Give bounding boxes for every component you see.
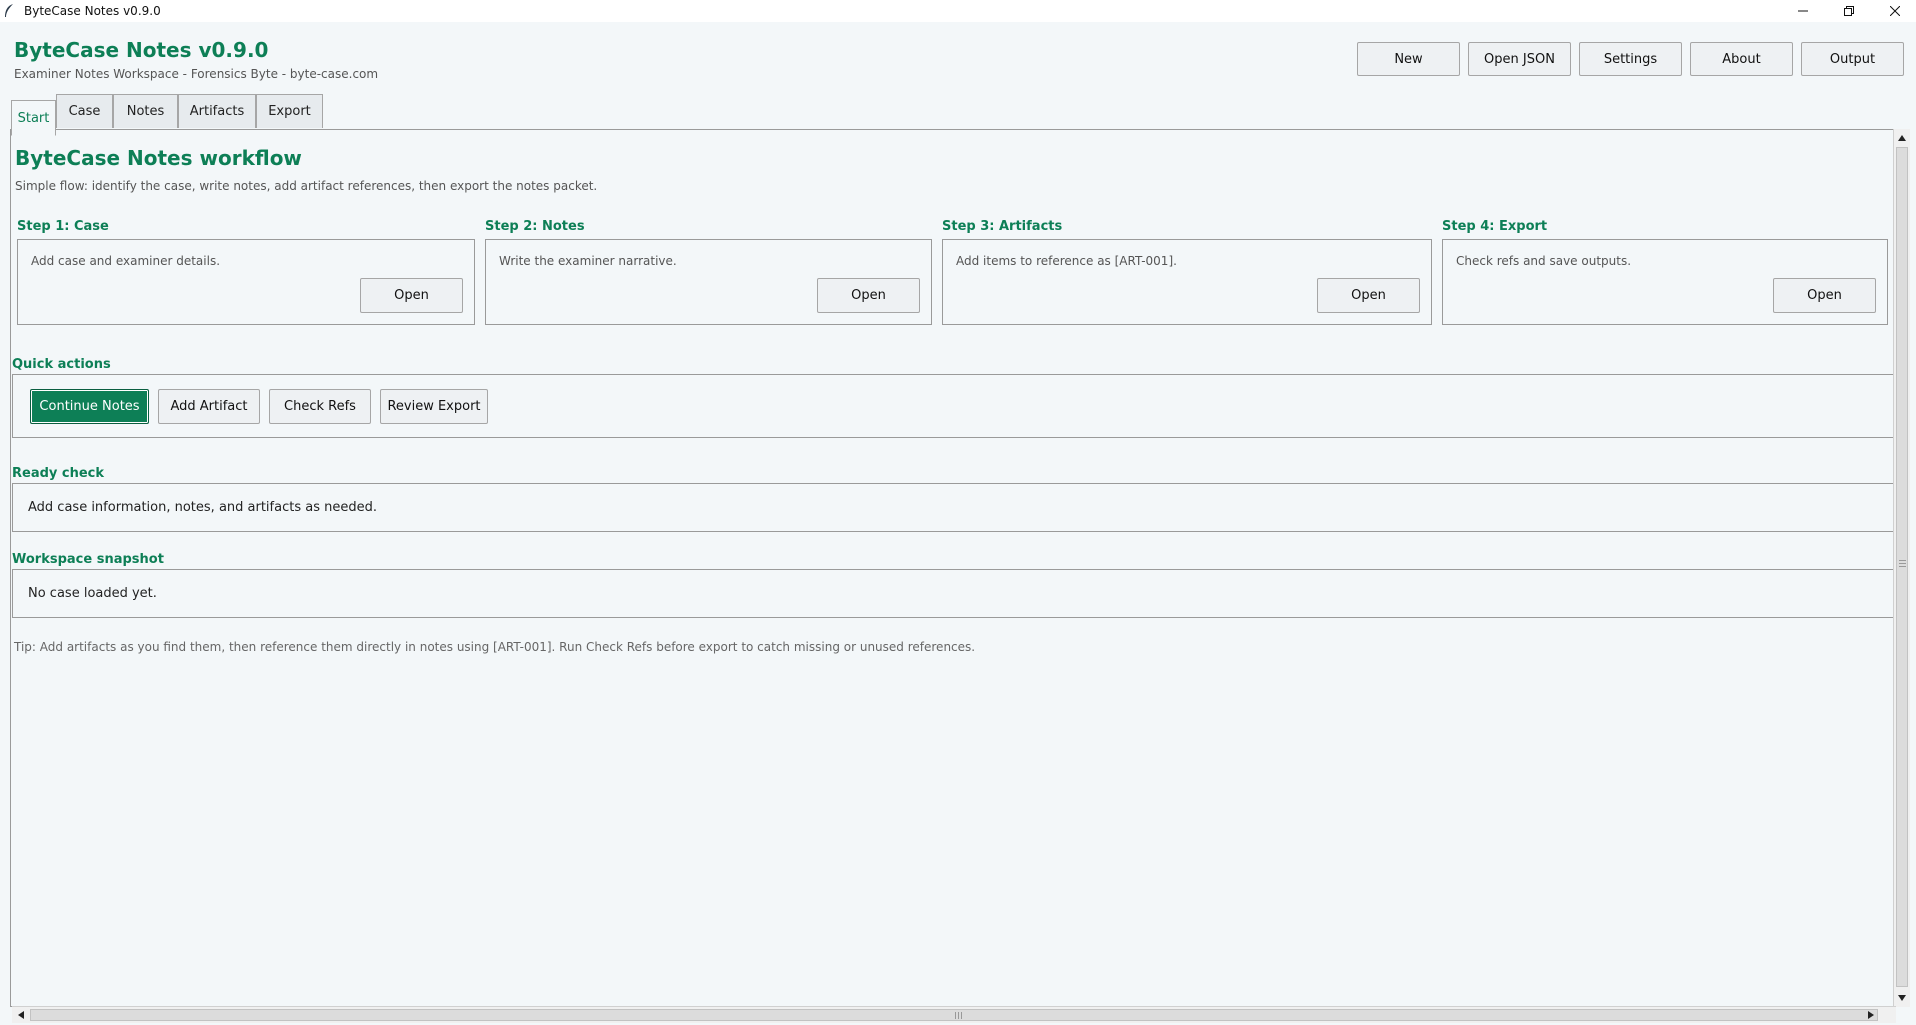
vertical-scroll-thumb[interactable] bbox=[1896, 147, 1908, 987]
tab-case[interactable]: Case bbox=[56, 94, 113, 128]
tip-text: Tip: Add artifacts as you find them, the… bbox=[14, 640, 976, 654]
step-1-label: Step 1: Case bbox=[17, 219, 109, 234]
scroll-left-icon[interactable] bbox=[13, 1007, 29, 1023]
close-icon[interactable] bbox=[1872, 0, 1916, 22]
workflow-description: Simple flow: identify the case, write no… bbox=[15, 179, 598, 193]
app-subtitle: Examiner Notes Workspace - Forensics Byt… bbox=[14, 67, 379, 81]
step-3-text: Add items to reference as [ART-001]. bbox=[956, 254, 1177, 268]
step-2-open-button[interactable]: Open bbox=[817, 278, 920, 313]
feather-icon bbox=[4, 3, 18, 19]
app-title: ByteCase Notes v0.9.0 bbox=[14, 38, 269, 62]
scroll-right-icon[interactable] bbox=[1863, 1007, 1879, 1023]
step-4-text: Check refs and save outputs. bbox=[1456, 254, 1632, 268]
step-3-card: Add items to reference as [ART-001]. Ope… bbox=[942, 239, 1432, 325]
settings-button[interactable]: Settings bbox=[1579, 42, 1682, 76]
open-json-button[interactable]: Open JSON bbox=[1468, 42, 1571, 76]
new-button[interactable]: New bbox=[1357, 42, 1460, 76]
continue-notes-button[interactable]: Continue Notes bbox=[30, 389, 149, 424]
ready-check-box: Add case information, notes, and artifac… bbox=[12, 483, 1894, 532]
tab-artifacts[interactable]: Artifacts bbox=[178, 94, 256, 128]
quick-actions-label: Quick actions bbox=[12, 357, 111, 372]
review-export-button[interactable]: Review Export bbox=[380, 389, 488, 424]
step-4-open-button[interactable]: Open bbox=[1773, 278, 1876, 313]
horizontal-scrollbar[interactable] bbox=[12, 1006, 1896, 1023]
step-3-open-button[interactable]: Open bbox=[1317, 278, 1420, 313]
workspace-snapshot-box: No case loaded yet. bbox=[12, 569, 1894, 618]
quick-actions-box: Continue Notes Add Artifact Check Refs R… bbox=[12, 374, 1894, 438]
step-4-label: Step 4: Export bbox=[1442, 219, 1548, 234]
workflow-title: ByteCase Notes workflow bbox=[15, 146, 302, 170]
step-1-card: Add case and examiner details. Open bbox=[17, 239, 475, 325]
tab-start[interactable]: Start bbox=[11, 100, 56, 136]
vertical-scrollbar[interactable] bbox=[1893, 129, 1910, 1007]
ready-check-label: Ready check bbox=[12, 466, 105, 481]
step-4-card: Check refs and save outputs. Open bbox=[1442, 239, 1888, 325]
check-refs-button[interactable]: Check Refs bbox=[269, 389, 371, 424]
workspace-snapshot-label: Workspace snapshot bbox=[12, 552, 164, 567]
restore-icon[interactable] bbox=[1826, 0, 1872, 22]
step-1-open-button[interactable]: Open bbox=[360, 278, 463, 313]
minimize-icon[interactable] bbox=[1780, 0, 1826, 22]
ready-check-text: Add case information, notes, and artifac… bbox=[28, 500, 377, 515]
scroll-up-icon[interactable] bbox=[1894, 130, 1910, 146]
tab-notes[interactable]: Notes bbox=[113, 94, 178, 128]
output-button[interactable]: Output bbox=[1801, 42, 1904, 76]
about-button[interactable]: About bbox=[1690, 42, 1793, 76]
add-artifact-button[interactable]: Add Artifact bbox=[158, 389, 260, 424]
tab-export[interactable]: Export bbox=[256, 94, 323, 128]
window-titlebar: ByteCase Notes v0.9.0 bbox=[0, 0, 1916, 22]
window-title: ByteCase Notes v0.9.0 bbox=[24, 4, 161, 18]
start-panel: ByteCase Notes workflow Simple flow: ide… bbox=[10, 129, 1896, 1007]
step-2-label: Step 2: Notes bbox=[485, 219, 585, 234]
step-3-label: Step 3: Artifacts bbox=[942, 219, 1063, 234]
workspace-snapshot-text: No case loaded yet. bbox=[28, 586, 157, 601]
step-2-text: Write the examiner narrative. bbox=[499, 254, 677, 268]
step-2-card: Write the examiner narrative. Open bbox=[485, 239, 932, 325]
scroll-down-icon[interactable] bbox=[1894, 990, 1910, 1006]
step-1-text: Add case and examiner details. bbox=[31, 254, 221, 268]
horizontal-scroll-thumb[interactable] bbox=[30, 1009, 1878, 1021]
